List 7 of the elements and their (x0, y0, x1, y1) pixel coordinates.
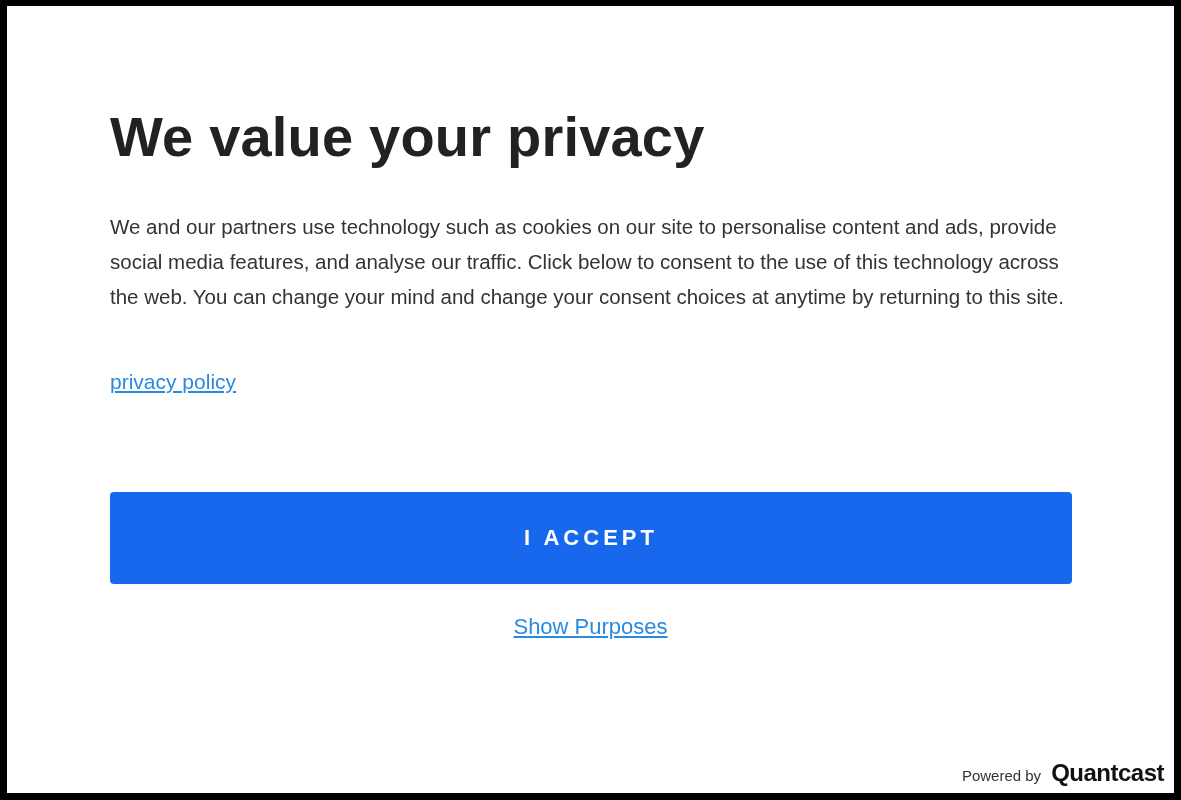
show-purposes-link[interactable]: Show Purposes (513, 614, 668, 640)
accept-button[interactable]: I ACCEPT (110, 492, 1072, 584)
powered-by-text: Powered by (961, 767, 1042, 784)
privacy-policy-link[interactable]: privacy policy (110, 370, 237, 394)
brand-logo: Quantcast (1051, 759, 1164, 787)
consent-text: We and our partners use technology such as cookies on our site to personalise content and ads, provide social media features, and analyse our traffic. Click below to consent to the use of this technology across the web. You can change your mind and change your consent choices at anytime by returning to this site. (110, 214, 1065, 310)
dialog-title: We value your privacy (110, 104, 706, 169)
